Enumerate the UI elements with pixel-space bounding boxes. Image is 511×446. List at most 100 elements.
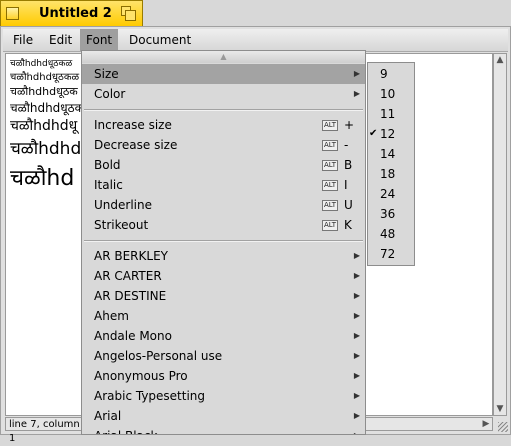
scroll-right-icon[interactable]: ▶ (480, 418, 492, 430)
menu-item-label: Underline (94, 198, 152, 212)
size-option[interactable]: 9 (368, 64, 414, 84)
shortcut-key: K (344, 218, 352, 232)
menu-item-font[interactable]: Ahem ▶ (82, 306, 365, 326)
alt-key-badge: ALT (322, 200, 339, 211)
font-name: AR CARTER (94, 269, 162, 283)
menu-item-font[interactable]: AR DESTINE ▶ (82, 286, 365, 306)
size-option[interactable]: ✔ 12 (368, 124, 414, 144)
checkmark-icon: ✔ (369, 128, 378, 139)
menu-separator (84, 240, 363, 242)
menu-item-label: Bold (94, 158, 121, 172)
menu-item-font[interactable]: Andale Mono ▶ (82, 326, 365, 346)
submenu-arrow-icon: ▶ (353, 291, 360, 300)
size-option[interactable]: 36 (368, 204, 414, 224)
menu-item-decrease-size[interactable]: Decrease size ALT - (82, 135, 365, 155)
menu-item-size[interactable]: Size ▶ (82, 64, 365, 84)
font-name: Anonymous Pro (94, 369, 188, 383)
size-option[interactable]: 18 (368, 164, 414, 184)
size-value: 9 (380, 67, 388, 81)
size-option[interactable]: 72 (368, 244, 414, 264)
menu-item-font[interactable]: AR BERKLEY ▶ (82, 246, 365, 266)
sample-line: चळौhdhdधूठकळ (10, 72, 80, 83)
menu-item-label: Color (94, 87, 126, 101)
submenu-arrow-icon: ▶ (353, 311, 360, 320)
sample-line: चळौhdhdधूठक (10, 85, 78, 98)
menu-item-font[interactable]: AR CARTER ▶ (82, 266, 365, 286)
resize-grip-icon[interactable] (498, 422, 508, 432)
submenu-arrow-icon: ▶ (353, 69, 360, 78)
submenu-arrow-icon: ▶ (353, 371, 360, 380)
zoom-icon-front (125, 10, 136, 21)
shortcut-key: U (344, 198, 353, 212)
submenu-arrow-icon: ▶ (353, 89, 360, 98)
status-bar: line 7, column 1 (5, 417, 84, 444)
size-submenu: 9 10 11 ✔ 12 14 18 24 36 48 72 (367, 62, 415, 266)
shortcut-key: I (344, 178, 348, 192)
menu-item-label: Italic (94, 178, 123, 192)
submenu-arrow-icon: ▶ (353, 411, 360, 420)
size-option[interactable]: 24 (368, 184, 414, 204)
window-tab[interactable]: Untitled 2 (0, 0, 143, 26)
shortcut-key: + (344, 118, 355, 132)
zoom-button[interactable] (121, 6, 136, 21)
menu-item-bold[interactable]: Bold ALT B (82, 155, 365, 175)
menu-item-font[interactable]: Angelos-Personal use ▶ (82, 346, 365, 366)
font-menu: ▲ Size ▶ Color ▶ Increase size ALT + Dec… (81, 50, 366, 435)
submenu-arrow-icon: ▶ (353, 251, 360, 260)
menu-item-font[interactable]: Arial ▶ (82, 406, 365, 426)
size-option[interactable]: 10 (368, 84, 414, 104)
font-name: Arial (94, 409, 122, 423)
sample-line: चळौhdhd (10, 139, 82, 159)
sample-line: चळौhdhdधू (10, 118, 78, 134)
size-value: 12 (380, 127, 396, 141)
scroll-down-icon[interactable]: ▼ (494, 403, 506, 415)
font-name: Ahem (94, 309, 129, 323)
menu-item-label: Size (94, 67, 119, 81)
font-name: Andale Mono (94, 329, 172, 343)
scroll-up-icon[interactable]: ▲ (494, 54, 506, 66)
menu-file[interactable]: File (7, 29, 39, 51)
menu-scroll-up-icon[interactable]: ▲ (82, 51, 365, 63)
font-name: AR DESTINE (94, 289, 167, 303)
submenu-arrow-icon: ▶ (353, 271, 360, 280)
font-name: Angelos-Personal use (94, 349, 223, 363)
menu-document[interactable]: Document (123, 29, 197, 51)
menu-font[interactable]: Font (80, 29, 119, 51)
alt-key-badge: ALT (322, 220, 339, 231)
menubar: File Edit Font Document (3, 29, 508, 52)
shortcut-key: B (344, 158, 353, 172)
shortcut-key: - (344, 138, 349, 152)
sample-line: चळौhdhdधूठक (10, 101, 84, 115)
menu-item-label: Increase size (94, 118, 172, 132)
vertical-scrollbar[interactable]: ▲ ▼ (493, 53, 507, 416)
window-title: Untitled 2 (39, 6, 112, 21)
menu-item-increase-size[interactable]: Increase size ALT + (82, 115, 365, 135)
menu-item-underline[interactable]: Underline ALT U (82, 195, 365, 215)
sample-line: चळौhd (10, 166, 75, 191)
menu-separator (84, 109, 363, 111)
menu-item-font[interactable]: Anonymous Pro ▶ (82, 366, 365, 386)
menu-item-font[interactable]: Arial Black ▶ (82, 426, 365, 434)
submenu-arrow-icon: ▶ (354, 426, 360, 434)
menu-item-italic[interactable]: Italic ALT I (82, 175, 365, 195)
alt-key-badge: ALT (322, 160, 339, 171)
size-value: 36 (380, 207, 396, 221)
close-button[interactable] (6, 7, 19, 20)
menu-item-label: Strikeout (94, 218, 149, 232)
menu-item-font[interactable]: Arabic Typesetting ▶ (82, 386, 365, 406)
size-value: 14 (380, 147, 396, 161)
size-value: 18 (380, 167, 396, 181)
size-option[interactable]: 11 (368, 104, 414, 124)
size-option[interactable]: 14 (368, 144, 414, 164)
size-option[interactable]: 48 (368, 224, 414, 244)
size-value: 10 (380, 87, 396, 101)
menu-edit[interactable]: Edit (43, 29, 78, 51)
submenu-arrow-icon: ▶ (353, 351, 360, 360)
font-name: Arabic Typesetting (94, 389, 206, 403)
alt-key-badge: ALT (322, 180, 339, 191)
alt-key-badge: ALT (322, 140, 339, 151)
menu-item-strikeout[interactable]: Strikeout ALT K (82, 215, 365, 235)
alt-key-badge: ALT (322, 120, 339, 131)
size-value: 11 (380, 107, 396, 121)
menu-item-color[interactable]: Color ▶ (82, 84, 365, 104)
